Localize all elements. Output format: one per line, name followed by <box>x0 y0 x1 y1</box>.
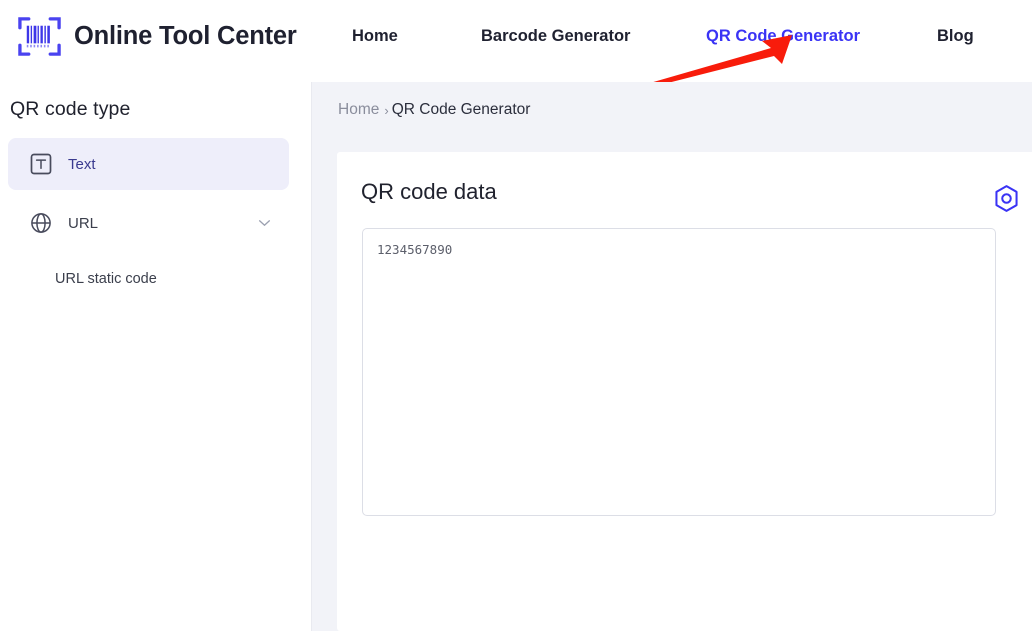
page-root: Online Tool Center Home Barcode Generato… <box>0 0 1032 631</box>
qr-code-data-card: QR code data <box>337 152 1032 631</box>
card-title: QR code data <box>361 179 497 204</box>
sidebar-item-url-label: URL <box>68 214 99 232</box>
main-content: Home › QR Code Generator QR code data <box>312 82 1032 631</box>
breadcrumb: Home › QR Code Generator <box>338 101 530 119</box>
sidebar-item-text[interactable]: Text <box>8 138 289 190</box>
sidebar-item-url[interactable]: URL <box>8 197 289 249</box>
sidebar-item-text-label: Text <box>68 155 96 173</box>
nav-item-qr-code-generator[interactable]: QR Code Generator <box>706 27 860 46</box>
breadcrumb-home[interactable]: Home <box>338 101 379 119</box>
barcode-scanner-icon <box>18 17 61 56</box>
nav-item-barcode-generator[interactable]: Barcode Generator <box>481 27 630 46</box>
globe-icon <box>31 213 51 233</box>
sidebar-subitem-url-static-code[interactable]: URL static code <box>8 260 289 298</box>
nav-item-home[interactable]: Home <box>352 27 398 46</box>
breadcrumb-separator-icon: › <box>384 102 389 118</box>
site-header: Online Tool Center Home Barcode Generato… <box>0 0 1032 82</box>
sidebar-subitem-label: URL static code <box>55 271 157 287</box>
text-box-icon <box>30 153 52 175</box>
hex-nut-settings-icon[interactable] <box>992 184 1021 213</box>
brand-logo-group[interactable]: Online Tool Center <box>16 13 297 60</box>
breadcrumb-current: QR Code Generator <box>391 101 531 118</box>
qr-code-data-input[interactable] <box>362 228 996 516</box>
nav-item-blog[interactable]: Blog <box>937 27 974 46</box>
main-nav: Home Barcode Generator QR Code Generator… <box>330 0 1032 82</box>
sidebar-title: QR code type <box>10 98 131 120</box>
chevron-down-icon[interactable] <box>258 219 271 227</box>
sidebar: QR code type Text URL URL static code <box>0 82 312 631</box>
brand-name: Online Tool Center <box>74 22 297 50</box>
